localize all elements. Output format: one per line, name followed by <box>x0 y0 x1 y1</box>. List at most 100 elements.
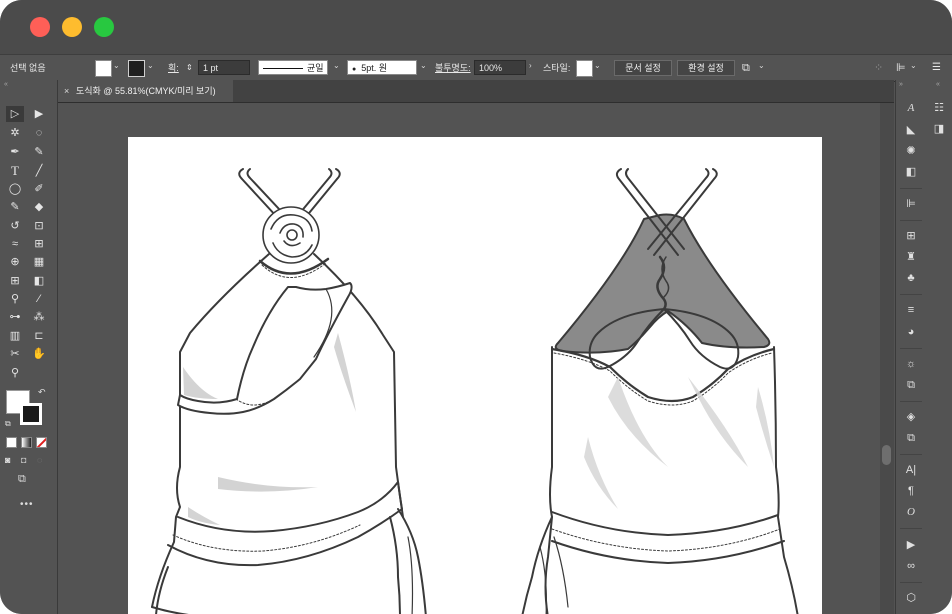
slice-tool-icon[interactable]: ✂ <box>6 346 24 362</box>
appearance-panel-icon[interactable]: ☼ <box>902 356 920 372</box>
collapse-secondary-dock-icon[interactable]: « <box>936 81 940 88</box>
style-swatch[interactable] <box>576 60 593 77</box>
stroke-swatch[interactable] <box>128 60 145 77</box>
zoom-window-button[interactable] <box>94 17 114 37</box>
gradient-panel-icon[interactable]: ◧ <box>902 164 920 180</box>
paintbrush-tool-icon[interactable]: ✐ <box>30 181 48 197</box>
eraser-tool-icon[interactable]: ◆ <box>30 199 48 215</box>
character-styles-icon[interactable]: A <box>902 100 920 116</box>
opacity-field[interactable]: 100% <box>474 60 526 75</box>
profile-dropdown-icon[interactable]: ⌄ <box>333 61 340 70</box>
draw-inside-icon[interactable]: ◌ <box>37 455 42 465</box>
direct-selection-tool-icon[interactable]: ▶ <box>30 106 48 122</box>
style-dropdown-icon[interactable]: ⌄ <box>594 61 601 70</box>
rotate-tool-icon[interactable]: ↺ <box>6 218 24 234</box>
type-tool-icon[interactable]: T <box>6 163 24 179</box>
warp-tool-icon[interactable]: ≈ <box>6 236 24 252</box>
mesh-tool-icon[interactable]: ⊞ <box>6 273 24 289</box>
preferences-button[interactable]: 환경 설정 <box>677 60 735 76</box>
draw-normal-icon[interactable]: ◙ <box>5 455 10 465</box>
symbol-sprayer-tool-icon[interactable]: ⁂ <box>30 309 48 325</box>
profile-label: 균일 <box>307 63 324 73</box>
curvature-tool-icon[interactable]: ✎ <box>30 144 48 160</box>
stroke-stepper-icon[interactable]: ⇕ <box>186 60 193 76</box>
scale-tool-icon[interactable]: ⊡ <box>30 218 48 234</box>
paragraph-panel-icon[interactable]: ¶ <box>902 483 920 499</box>
perspective-grid-tool-icon[interactable]: ▦ <box>30 254 48 270</box>
properties-panel-icon[interactable]: ☷ <box>930 100 948 116</box>
stroke-color-box[interactable] <box>20 403 42 425</box>
fill-swatch[interactable] <box>95 60 112 77</box>
screen-mode-icon[interactable]: ⧉ <box>18 473 26 486</box>
line-tool-icon[interactable]: ╱ <box>30 163 48 179</box>
pen-tool-icon[interactable]: ✒ <box>6 144 24 160</box>
stroke-weight-field[interactable]: 1 pt <box>198 60 250 75</box>
minimize-window-button[interactable] <box>62 17 82 37</box>
lasso-tool-icon[interactable]: ◌ <box>30 125 48 141</box>
collapse-toolbar-icon[interactable]: « <box>4 81 8 88</box>
draw-behind-icon[interactable]: ◘ <box>21 455 26 465</box>
zoom-tool-icon[interactable]: ⚲ <box>6 365 24 381</box>
align-icon[interactable]: ⊫ <box>896 60 906 76</box>
none-mode-icon[interactable] <box>36 437 47 448</box>
ellipse-tool-icon[interactable]: ◯ <box>6 181 24 197</box>
selection-tool-icon[interactable]: ▷ <box>6 106 24 122</box>
color-mode-icon[interactable] <box>6 437 17 448</box>
document-setup-button[interactable]: 문서 설정 <box>614 60 672 76</box>
column-graph-tool-icon[interactable]: ▥ <box>6 328 24 344</box>
graphic-styles-icon[interactable]: ⧉ <box>902 377 920 393</box>
close-tab-icon[interactable]: × <box>64 80 69 102</box>
artboard[interactable] <box>128 137 822 614</box>
stroke-dropdown-icon[interactable]: ⌄ <box>147 61 154 70</box>
fill-dropdown-icon[interactable]: ⌄ <box>113 61 120 70</box>
measure-tool-icon[interactable]: ⁄ <box>30 291 48 307</box>
collapse-dock-icon[interactable]: » <box>899 81 903 88</box>
free-transform-tool-icon[interactable]: ⊞ <box>30 236 48 252</box>
artboard-tool-icon[interactable]: ⊏ <box>30 328 48 344</box>
edit-toolbar-icon[interactable]: ••• <box>20 499 34 510</box>
align-dropdown-icon[interactable]: ⌄ <box>910 61 917 70</box>
transparency-panel-icon[interactable]: ◕ <box>902 324 920 340</box>
shape-builder-panel-icon[interactable]: ◣ <box>902 122 920 138</box>
gradient-mode-icon[interactable] <box>21 437 32 448</box>
canvas-area[interactable] <box>58 103 894 614</box>
opacity-arrow-icon[interactable]: › <box>529 61 532 70</box>
vertical-scrollbar[interactable] <box>880 103 894 614</box>
links-panel-icon[interactable]: ∞ <box>902 558 920 574</box>
brush-definition[interactable]: ● 5pt. 원 <box>347 60 417 75</box>
color-guide-icon[interactable]: ✺ <box>902 143 920 159</box>
artboards-panel-icon[interactable]: ⧉ <box>902 430 920 446</box>
shape-builder-tool-icon[interactable]: ⊕ <box>6 254 24 270</box>
variable-width-profile[interactable]: 균일 <box>258 60 328 75</box>
character-panel-icon[interactable]: A| <box>902 462 920 478</box>
stroke-label[interactable]: 획: <box>168 60 179 76</box>
rose-applique <box>262 206 320 264</box>
scrollbar-thumb[interactable] <box>882 445 891 465</box>
panel-menu-icon[interactable]: ☰ <box>932 60 941 76</box>
align-panel-icon[interactable]: ⊫ <box>902 196 920 212</box>
stroke-panel-icon[interactable]: ≡ <box>902 302 920 318</box>
transform-panel-icon[interactable]: ⊞ <box>902 228 920 244</box>
close-window-button[interactable] <box>30 17 50 37</box>
arrange-icon[interactable]: ⧉ <box>742 60 750 76</box>
tab-document[interactable]: × 도식화 @ 55.81%(CMYK/미리 보기) <box>58 80 233 102</box>
layers-panel-icon[interactable]: ◈ <box>902 409 920 425</box>
symbols-panel-icon[interactable]: ♜ <box>902 249 920 265</box>
arrange-dropdown-icon[interactable]: ⌄ <box>758 61 765 70</box>
gradient-tool-icon[interactable]: ◧ <box>30 273 48 289</box>
club-symbol-icon[interactable]: ♣ <box>902 270 920 286</box>
eyedropper-tool-icon[interactable]: ⚲ <box>6 291 24 307</box>
shaper-tool-icon[interactable]: ✎ <box>6 199 24 215</box>
libraries-icon[interactable]: ◨ <box>930 121 948 137</box>
opacity-label[interactable]: 불투명도: <box>435 60 471 76</box>
actions-panel-icon[interactable]: ▶ <box>902 537 920 553</box>
grid-icon[interactable]: ⁘ <box>874 60 883 76</box>
libraries-panel-icon[interactable]: ⬡ <box>902 590 920 606</box>
blend-tool-icon[interactable]: ⊶ <box>6 309 24 325</box>
magic-wand-tool-icon[interactable]: ✲ <box>6 125 24 141</box>
swap-colors-icon[interactable]: ↶ <box>38 387 46 398</box>
brush-dropdown-icon[interactable]: ⌄ <box>420 61 427 70</box>
hand-tool-icon[interactable]: ✋ <box>30 346 48 362</box>
opentype-panel-icon[interactable]: O <box>902 504 920 520</box>
default-colors-icon[interactable]: ⧉ <box>5 419 11 429</box>
